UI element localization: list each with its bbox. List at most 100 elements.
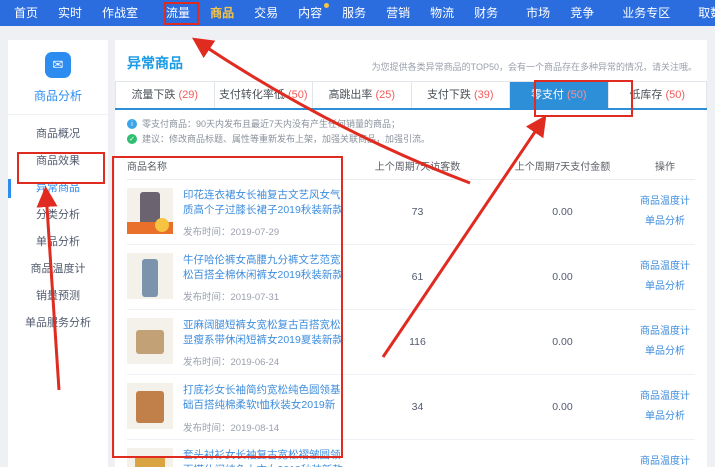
table-row: 打底衫女长袖简约宽松纯色圆领基础百搭纯棉柔软t恤秋装女2019新款 发布时间：2… (127, 375, 695, 440)
publish-date-prefix: 发布时间： (183, 357, 231, 368)
app-window: 首页 实时 作战室 流量 商品 交易 内容 服务 营销 物流 财务 市场 竞争 … (0, 0, 715, 467)
tips-block: i 零支付商品：90天内发布且最近7天内没有产生任何销量的商品； ✓ 建议：修改商品… (115, 110, 707, 151)
page-note: 为您提供各类异常商品的TOP50，会有一个商品存在多种异常的情况，请关注哦。 (372, 60, 697, 73)
tab-label: 支付下跌 (427, 89, 474, 101)
check-icon: ✓ (127, 134, 137, 144)
nav-item-trade[interactable]: 交易 (244, 0, 288, 26)
sidebar-item-single-item-service[interactable]: 单品服务分析 (8, 310, 108, 337)
table-row: 牛仔哈伦裤女高腰九分裤文艺范宽松百搭全棉休闲裤女2019秋装新款 发布时间：20… (127, 245, 695, 310)
thermometer-link[interactable]: 商品温度计 (640, 387, 690, 407)
product-cell: 印花连衣裙女长袖复古文艺风女气质高个子过膝长裙子2019秋装新款 发布时间：20… (127, 180, 345, 244)
tip-suggestion: 建议：修改商品标题、属性等重新发布上架，加强关联商品，加强引流。 (142, 132, 430, 147)
col-header-actions: 操作 (635, 158, 695, 173)
sidebar: ✉ 商品分析 商品概况 商品效果 异常商品 分类分析 单品分析 商品温度计 销量… (8, 40, 108, 467)
actions-cell: 商品温度计 单品分析 (635, 375, 695, 439)
single-item-analysis-link[interactable]: 单品分析 (645, 277, 685, 297)
tab-zero-payment[interactable]: 零支付 (50) (510, 82, 609, 108)
single-item-analysis-link[interactable]: 单品分析 (645, 407, 685, 427)
notification-dot-icon (324, 3, 329, 8)
sidebar-item-abnormal-goods[interactable]: 异常商品 (8, 175, 108, 202)
thermometer-link[interactable]: 商品温度计 (640, 257, 690, 277)
actions-cell: 商品温度计 单品分析 (635, 245, 695, 309)
table-row: 套头衬衫女长袖复古宽松褶皱圆领百搭休闲纯色上衣女2019秋装新款 发布时间：20… (127, 440, 695, 467)
sidebar-header: ✉ 商品分析 (8, 40, 108, 115)
visitors-value: 61 (345, 245, 490, 309)
nav-item-business-zone[interactable]: 业务专区 (612, 0, 680, 26)
product-cell: 牛仔哈伦裤女高腰九分裤文艺范宽松百搭全棉休闲裤女2019秋装新款 发布时间：20… (127, 245, 345, 309)
tab-traffic-drop[interactable]: 流量下跌 (29) (115, 82, 215, 108)
product-name-link[interactable]: 牛仔哈伦裤女高腰九分裤文艺范宽松百搭全棉休闲裤女2019秋装新款 (183, 253, 343, 283)
sidebar-menu: 商品概况 商品效果 异常商品 分类分析 单品分析 商品温度计 销量预测 单品服务… (8, 115, 108, 337)
tip-definition: 零支付商品：90天内发布且最近7天内没有产生任何销量的商品； (142, 117, 400, 132)
amount-value: 0.00 (490, 310, 635, 374)
single-item-analysis-link[interactable]: 单品分析 (645, 342, 685, 362)
tab-bar: 流量下跌 (29) 支付转化率低 (50) 高跳出率 (25) 支付下跌 (39… (115, 81, 707, 110)
nav-item-realtime[interactable]: 实时 (48, 0, 92, 26)
tab-low-stock[interactable]: 低库存 (50) (609, 82, 708, 108)
nav-item-content[interactable]: 内容 (288, 0, 332, 26)
product-image[interactable] (127, 253, 173, 299)
col-header-payment-amount: 上个周期7天支付金额 (490, 158, 635, 173)
product-cell: 套头衬衫女长袖复古宽松褶皱圆领百搭休闲纯色上衣女2019秋装新款 发布时间：20… (127, 440, 345, 467)
publish-date-prefix: 发布时间： (183, 423, 231, 434)
amount-value: 0.00 (490, 375, 635, 439)
sidebar-item-category-analysis[interactable]: 分类分析 (8, 202, 108, 229)
publish-date: 发布时间：2019-07-29 (183, 224, 343, 238)
product-image[interactable] (127, 448, 173, 467)
tab-count: (50) (666, 89, 686, 101)
publish-date: 发布时间：2019-07-31 (183, 289, 343, 303)
tab-label: 高跳出率 (328, 89, 375, 101)
actions-cell: 商品温度计 单品分析 (635, 180, 695, 244)
tab-payment-drop[interactable]: 支付下跌 (39) (412, 82, 511, 108)
visitors-value: 129 (345, 440, 490, 467)
page-title: 异常商品 (127, 53, 183, 73)
product-name-link[interactable]: 打底衫女长袖简约宽松纯色圆领基础百搭纯棉柔软t恤秋装女2019新款 (183, 383, 343, 414)
single-item-analysis-link[interactable]: 单品分析 (645, 212, 685, 232)
tab-high-bounce[interactable]: 高跳出率 (25) (313, 82, 412, 108)
tab-count: (39) (474, 89, 494, 101)
tab-label: 流量下跌 (131, 89, 178, 101)
product-name-link[interactable]: 亚麻阔腿短裤女宽松复古百搭宽松显瘦系带休闲短裤女2019夏装新款 (183, 318, 343, 348)
product-image[interactable] (127, 188, 173, 234)
product-name-link[interactable]: 套头衬衫女长袖复古宽松褶皱圆领百搭休闲纯色上衣女2019秋装新款 (183, 448, 343, 467)
nav-item-traffic[interactable]: 流量 (156, 0, 200, 26)
nav-item-market[interactable]: 市场 (516, 0, 560, 26)
tab-label: 低库存 (629, 89, 665, 101)
thermometer-link[interactable]: 商品温度计 (640, 452, 690, 467)
info-icon: i (127, 119, 137, 129)
product-image[interactable] (127, 383, 173, 429)
nav-item-marketing[interactable]: 营销 (376, 0, 420, 26)
table-row: 亚麻阔腿短裤女宽松复古百搭宽松显瘦系带休闲短裤女2019夏装新款 发布时间：20… (127, 310, 695, 375)
publish-date-prefix: 发布时间： (183, 292, 231, 303)
visitors-value: 73 (345, 180, 490, 244)
product-image[interactable] (127, 318, 173, 364)
top-nav: 首页 实时 作战室 流量 商品 交易 内容 服务 营销 物流 财务 市场 竞争 … (0, 0, 715, 26)
main-panel: 异常商品 为您提供各类异常商品的TOP50，会有一个商品存在多种异常的情况，请关… (115, 40, 707, 467)
col-header-product-name: 商品名称 (127, 158, 345, 173)
product-name-link[interactable]: 印花连衣裙女长袖复古文艺风女气质高个子过膝长裙子2019秋装新款 (183, 188, 343, 218)
sidebar-item-goods-effect[interactable]: 商品效果 (8, 148, 108, 175)
publish-date-value: 2019-07-29 (231, 227, 280, 238)
sidebar-item-goods-overview[interactable]: 商品概况 (8, 121, 108, 148)
visitors-value: 116 (345, 310, 490, 374)
nav-item-finance[interactable]: 财务 (464, 0, 508, 26)
thermometer-link[interactable]: 商品温度计 (640, 192, 690, 212)
abnormal-goods-table: 商品名称 上个周期7天访客数 上个周期7天支付金额 操作 印花连衣裙女长袖复古文… (115, 151, 707, 467)
actions-cell: 商品温度计 单品分析 (635, 310, 695, 374)
sidebar-item-single-item-analysis[interactable]: 单品分析 (8, 229, 108, 256)
nav-item-warroom[interactable]: 作战室 (92, 0, 148, 26)
thermometer-link[interactable]: 商品温度计 (640, 322, 690, 342)
publish-date: 发布时间：2019-08-14 (183, 420, 343, 434)
tab-low-conversion[interactable]: 支付转化率低 (50) (215, 82, 314, 108)
nav-item-home[interactable]: 首页 (4, 0, 48, 26)
nav-item-logistics[interactable]: 物流 (420, 0, 464, 26)
tab-label: 支付转化率低 (219, 89, 288, 101)
sidebar-item-sales-forecast[interactable]: 销量预测 (8, 283, 108, 310)
nav-item-data-fetch[interactable]: 取数 (688, 0, 715, 26)
amount-value: 0.00 (490, 180, 635, 244)
nav-item-goods[interactable]: 商品 (200, 0, 244, 26)
sidebar-item-goods-thermometer[interactable]: 商品温度计 (8, 256, 108, 283)
nav-item-competition[interactable]: 竞争 (560, 0, 604, 26)
nav-item-service[interactable]: 服务 (332, 0, 376, 26)
visitors-value: 34 (345, 375, 490, 439)
